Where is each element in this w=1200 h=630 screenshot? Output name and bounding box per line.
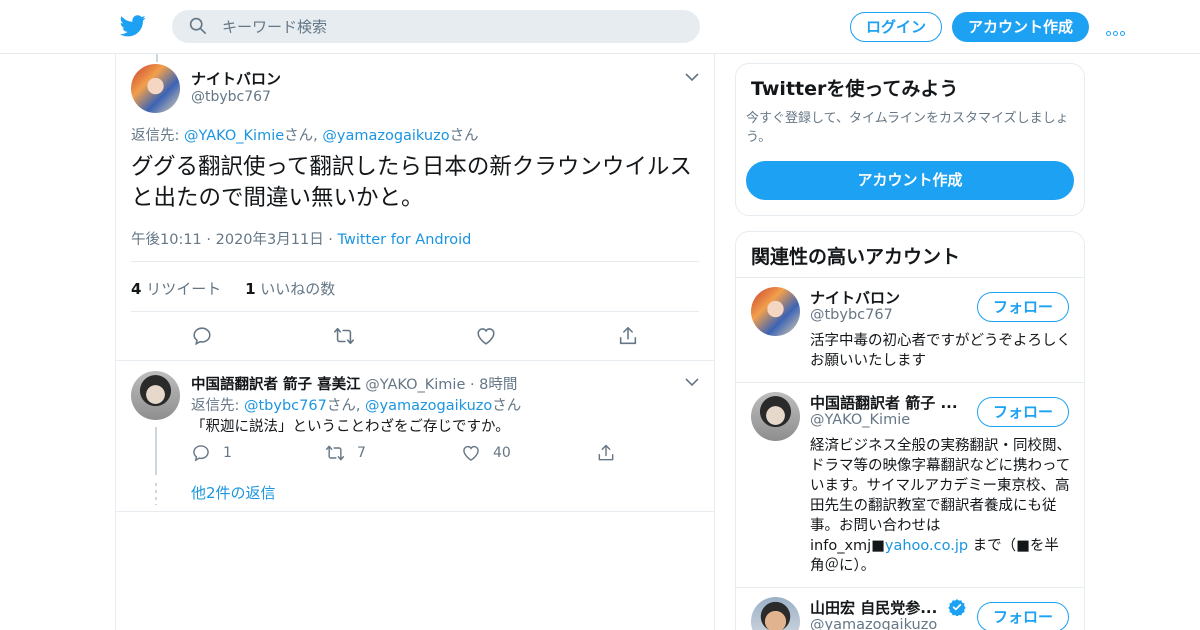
verified-badge-icon (948, 599, 966, 616)
reply-suffix: さん, (326, 398, 361, 414)
account-handle[interactable]: @yamazogaikuzo (810, 617, 937, 630)
search-box[interactable] (172, 10, 700, 43)
like-action[interactable]: 40 (461, 443, 511, 463)
reply-suffix: さん (492, 398, 522, 414)
search-icon (189, 17, 207, 35)
divider (131, 261, 699, 262)
relevant-accounts-card: 関連性の高いアカウント ナイトバロン @tbybc767 フォロー 活字中毒の初… (735, 231, 1085, 630)
meta-separator: · (323, 232, 338, 248)
account-name[interactable]: 山田宏 自民党参... (810, 597, 937, 618)
like-count: 40 (493, 445, 511, 461)
avatar[interactable] (131, 64, 180, 113)
reply-tweet[interactable]: 中国語翻訳者 箭子 喜美江 @YAKO_Kimie · 8時間 返信先: @tb… (116, 360, 714, 512)
tweet-metadata: 午後10:11 · 2020年3月11日 · Twitter for Andro… (131, 228, 471, 249)
retweet-stat[interactable]: 4 リツイート (131, 280, 221, 298)
reply-mention-link[interactable]: @yamazogaikuzo (322, 128, 449, 144)
card-description: 今すぐ登録して、タイムラインをカスタマイズしましょう。 (746, 111, 1069, 145)
more-options-icon[interactable] (1106, 21, 1130, 36)
account-bio: 経済ビジネス全般の実務翻訳・同校閲、ドラマ等の映像字幕翻訳などに携わっています。… (810, 436, 1072, 576)
reply-icon[interactable] (191, 325, 213, 347)
create-account-button[interactable]: アカウント作成 (746, 161, 1074, 200)
retweet-icon[interactable] (333, 325, 355, 347)
card-title: Twitterを使ってみよう (751, 78, 959, 100)
reply-action[interactable]: 1 (191, 443, 232, 463)
like-heart-icon (463, 445, 479, 461)
tweet-stats: 4 リツイート 1 いいねの数 (131, 278, 335, 299)
thread-connector-line (156, 54, 158, 62)
card-title: 関連性の高いアカウント (751, 246, 961, 268)
like-heart-icon[interactable] (475, 325, 497, 347)
thread-dotted-line (155, 483, 157, 505)
tweet-author-name[interactable]: ナイトバロン (191, 68, 281, 89)
account-handle[interactable]: @tbybc767 (810, 307, 893, 323)
follow-button[interactable]: フォロー (977, 292, 1069, 322)
avatar[interactable] (131, 371, 180, 420)
reply-context: 返信先: @tbybc767さん, @yamazogaikuzoさん (191, 394, 521, 415)
tweet-text: ググる翻訳使って翻訳したら日本の新クラウンウイルスと出たので間違い無いかと。 (131, 154, 692, 211)
avatar[interactable] (751, 287, 800, 336)
tweet-time[interactable]: · 8時間 (470, 377, 517, 393)
account-item[interactable]: ナイトバロン @tbybc767 フォロー 活字中毒の初心者ですがどうぞよろしく… (736, 277, 1084, 382)
share-action[interactable] (596, 443, 616, 463)
divider (131, 311, 699, 312)
tweet-action-bar (191, 325, 641, 347)
reply-icon (193, 445, 209, 462)
avatar[interactable] (751, 597, 800, 630)
account-item[interactable]: 中国語翻訳者 箭子 ... @YAKO_Kimie フォロー 経済ビジネス全般の… (736, 382, 1084, 587)
thread-connector-line (155, 427, 157, 475)
reply-suffix: さん (449, 128, 479, 144)
login-button[interactable]: ログイン (850, 12, 942, 42)
chevron-down-icon[interactable] (685, 72, 699, 82)
tweet-text: 「釈迦に説法」ということわざをご存じですか。 (191, 419, 510, 435)
tweet-author-handle[interactable]: @tbybc767 (191, 89, 271, 105)
reply-count: 1 (223, 445, 232, 461)
follow-button[interactable]: フォロー (977, 602, 1069, 630)
share-icon[interactable] (617, 325, 639, 347)
reply-mention-link[interactable]: @YAKO_Kimie (184, 128, 284, 144)
follow-button[interactable]: フォロー (977, 397, 1069, 427)
reply-header: 中国語翻訳者 箭子 喜美江 @YAKO_Kimie · 8時間 (191, 373, 517, 394)
retweet-action[interactable]: 7 (325, 443, 366, 463)
reply-context: 返信先: @YAKO_Kimieさん, @yamazogaikuzoさん (131, 124, 479, 145)
signup-promo-card: Twitterを使ってみよう 今すぐ登録して、タイムラインをカスタマイズしましょ… (735, 63, 1085, 216)
reply-prefix: 返信先: (131, 128, 180, 144)
retweet-icon (325, 445, 345, 461)
retweet-count: 7 (357, 445, 366, 461)
account-handle[interactable]: @YAKO_Kimie (810, 412, 910, 428)
tweet-timestamp[interactable]: 午後10:11 · 2020年3月11日 (131, 232, 324, 248)
reply-prefix: 返信先: (191, 398, 240, 414)
search-input[interactable] (222, 10, 682, 43)
top-navigation-bar: ログイン アカウント作成 (0, 0, 1200, 54)
account-item[interactable]: 山田宏 自民党参... @yamazogaikuzo フォロー (736, 587, 1084, 630)
tweet-source-link[interactable]: Twitter for Android (338, 232, 472, 248)
share-icon (598, 444, 614, 461)
avatar[interactable] (751, 392, 800, 441)
chevron-down-icon[interactable] (685, 377, 699, 387)
account-name[interactable]: 中国語翻訳者 箭子 ... (810, 392, 958, 413)
tweet-author-name[interactable]: 中国語翻訳者 箭子 喜美江 (191, 377, 361, 393)
tweet-action-bar: 1 7 40 (191, 443, 631, 465)
tweet-author-handle[interactable]: @YAKO_Kimie (365, 377, 465, 393)
bio-link[interactable]: yahoo.co.jp (885, 538, 968, 554)
twitter-bird-icon[interactable] (120, 14, 146, 38)
reply-mention-link[interactable]: @tbybc767 (244, 398, 327, 414)
account-name[interactable]: ナイトバロン (810, 287, 900, 308)
bio-text: 経済ビジネス全般の実務翻訳・同校閲、ドラマ等の映像字幕翻訳などに携わっています。… (810, 438, 1071, 554)
reply-suffix: さん, (284, 128, 318, 144)
like-stat[interactable]: 1 いいねの数 (245, 280, 335, 298)
signup-button[interactable]: アカウント作成 (952, 12, 1089, 42)
more-replies-link[interactable]: 他2件の返信 (191, 482, 276, 503)
main-timeline-column: ナイトバロン @tbybc767 返信先: @YAKO_Kimieさん, @ya… (115, 54, 715, 630)
account-bio: 活字中毒の初心者ですがどうぞよろしくお願いいたします (810, 333, 1071, 369)
reply-mention-link[interactable]: @yamazogaikuzo (365, 398, 492, 414)
